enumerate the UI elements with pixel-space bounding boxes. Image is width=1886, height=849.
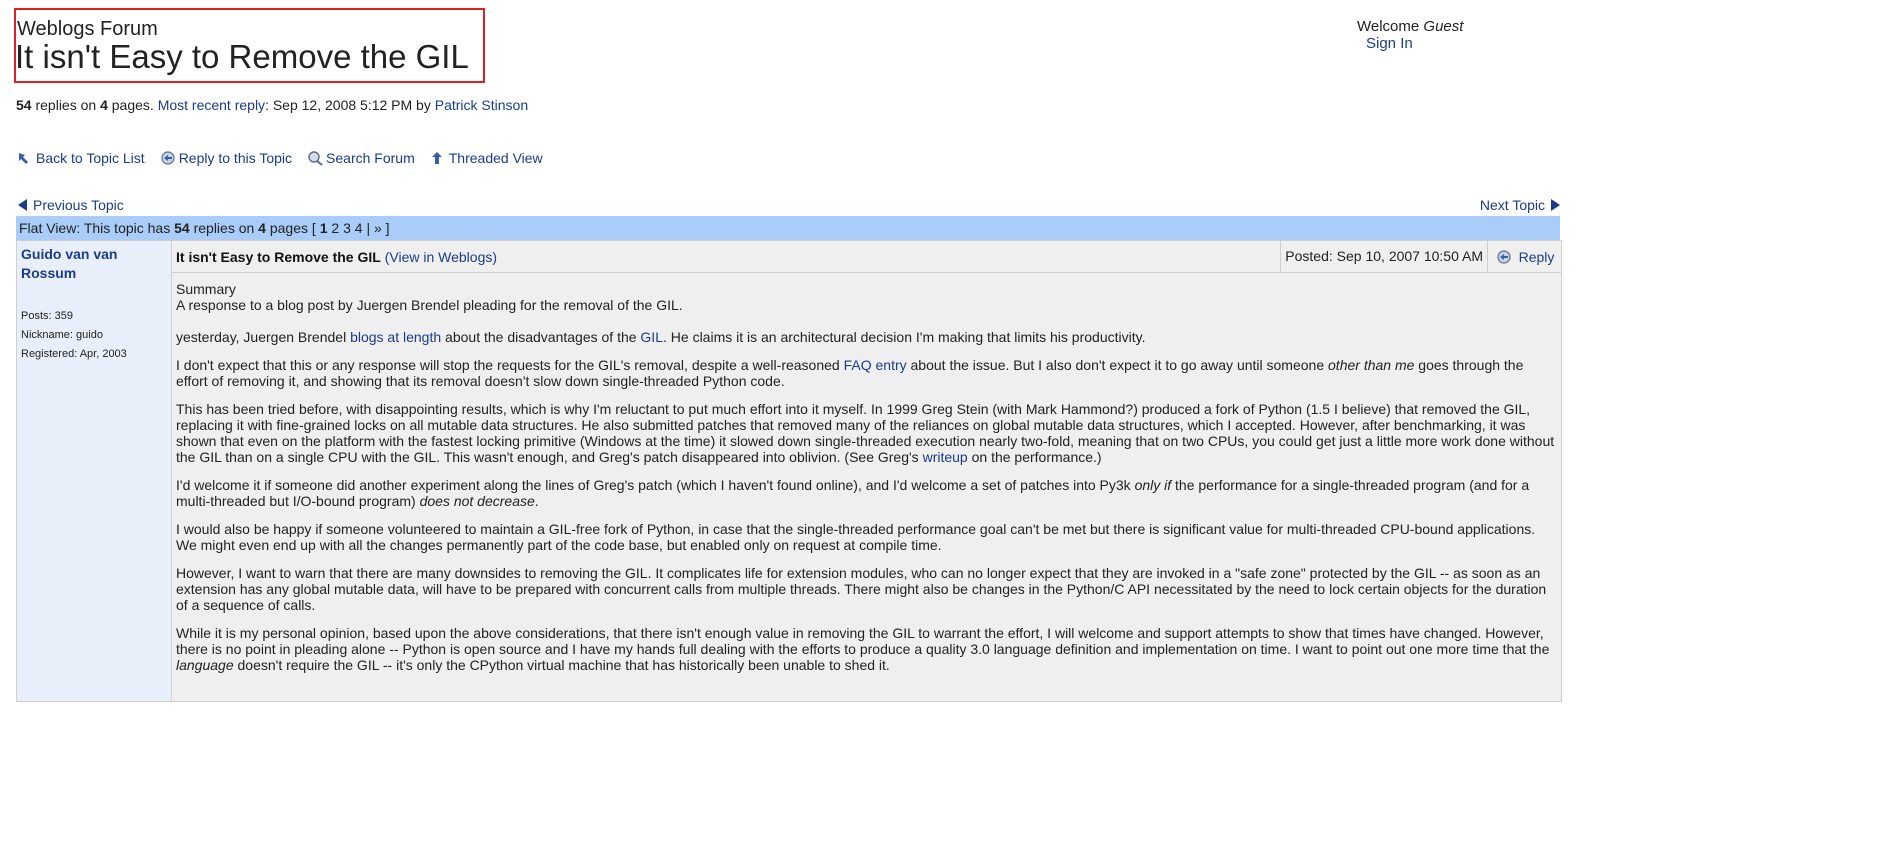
paragraph-7: While it is my personal opinion, based u…	[176, 625, 1556, 673]
paragraph-6: However, I want to warn that there are m…	[176, 565, 1547, 613]
search-forum-link[interactable]: Search Forum	[306, 150, 415, 166]
previous-topic-label: Previous Topic	[33, 197, 124, 213]
author-meta: Posts: 359 Nickname: guido Registered: A…	[21, 307, 127, 364]
threaded-view-label: Threaded View	[448, 150, 543, 166]
flat-mid: replies on	[193, 220, 255, 236]
sign-in-link[interactable]: Sign In	[1366, 35, 1413, 52]
flat-view-prefix: Flat View: This topic has	[19, 220, 171, 236]
page-link-4[interactable]: 4	[355, 220, 363, 236]
pages-label: pages.	[111, 97, 154, 113]
reply-button[interactable]: Reply	[1487, 241, 1561, 272]
threaded-view-icon	[429, 150, 445, 166]
author-registered: Registered: Apr, 2003	[21, 348, 127, 360]
welcome-label: Welcome	[1357, 18, 1420, 35]
back-to-topic-list-link[interactable]: Back to Topic List	[16, 150, 145, 166]
page-link-3[interactable]: 3	[343, 220, 351, 236]
recent-reply-date: : Sep 12, 2008 5:12 PM by	[265, 97, 431, 113]
flat-page-count: 4	[258, 220, 266, 236]
paragraph-5: I would also be happy if someone volunte…	[176, 521, 1536, 553]
next-page-link[interactable]: »	[374, 220, 382, 236]
p7-emphasis: language	[176, 657, 234, 673]
author-nickname: Nickname: guido	[21, 329, 103, 341]
p7-text-b: doesn't require the GIL -- it's only the…	[237, 657, 890, 673]
flat-reply-count: 54	[174, 220, 190, 236]
p4-text-c: .	[534, 493, 539, 509]
p2-emphasis: other than me	[1328, 357, 1415, 373]
paragraph-4: I'd welcome it if someone did another ex…	[176, 477, 1556, 509]
faq-entry-link[interactable]: FAQ entry	[844, 357, 907, 373]
p3-text-b: on the performance.)	[971, 449, 1102, 465]
triangle-left-icon	[18, 199, 27, 211]
reply-count: 54	[16, 97, 32, 113]
summary-text: A response to a blog post by Juergen Bre…	[176, 297, 683, 313]
page-title: It isn't Easy to Remove the GIL	[15, 38, 469, 75]
next-topic-link[interactable]: Next Topic	[1480, 197, 1560, 213]
page-count: 4	[100, 97, 108, 113]
p2-text-b: about the issue. But I also don't expect…	[910, 357, 1325, 373]
p4-emphasis-1: only if	[1134, 477, 1172, 493]
post-title-row: It isn't Easy to Remove the GIL (View in…	[176, 249, 497, 265]
current-page: 1	[319, 220, 328, 236]
flat-pages-label: pages [	[269, 220, 316, 236]
author-name-link[interactable]: Guido van van Rossum	[21, 245, 161, 283]
blogs-at-length-link[interactable]: blogs at length	[350, 329, 441, 345]
posted-date: Posted: Sep 10, 2007 10:50 AM	[1280, 241, 1487, 272]
triangle-right-icon	[1551, 199, 1560, 211]
paragraph-2: I don't expect that this or any response…	[176, 357, 1556, 389]
most-recent-reply-link[interactable]: Most recent reply	[158, 97, 265, 113]
reply-to-topic-label: Reply to this Topic	[178, 150, 293, 166]
post-header: It isn't Easy to Remove the GIL (View in…	[172, 241, 1561, 273]
p3-text-a: This has been tried before, with disappo…	[176, 401, 1555, 465]
p1-text-a: yesterday, Juergen Brendel	[176, 329, 347, 345]
p1-text-b: about the disadvantages of the	[445, 329, 637, 345]
writeup-link[interactable]: writeup	[923, 449, 968, 465]
p7-text-a: While it is my personal opinion, based u…	[176, 625, 1550, 657]
p2-text-a: I don't expect that this or any response…	[176, 357, 840, 373]
search-icon	[306, 150, 323, 166]
bracket-close: ]	[385, 220, 390, 236]
page-link-2[interactable]: 2	[331, 220, 339, 236]
recent-author-link[interactable]: Patrick Stinson	[435, 97, 528, 113]
next-topic-label: Next Topic	[1479, 197, 1545, 213]
paragraph-1: yesterday, Juergen Brendel blogs at leng…	[176, 329, 1556, 345]
p4-text-a: I'd welcome it if someone did another ex…	[176, 477, 1131, 493]
guest-name: Guest	[1423, 18, 1464, 35]
back-arrow-icon	[16, 150, 32, 166]
page-separator: |	[366, 220, 371, 236]
topic-actions: Back to Topic List Reply to this Topic S…	[16, 150, 557, 166]
flat-view-bar: Flat View: This topic has 54 replies on …	[16, 216, 1560, 240]
author-column: Guido van van Rossum Posts: 359 Nickname…	[17, 241, 172, 701]
back-to-topic-list-label: Back to Topic List	[36, 150, 145, 166]
summary-label: Summary	[176, 281, 236, 297]
reply-label: Reply	[1518, 248, 1555, 265]
topic-stats: 54 replies on 4 pages. Most recent reply…	[16, 97, 528, 113]
post-title: It isn't Easy to Remove the GIL	[176, 249, 381, 265]
welcome-text: Welcome Guest	[1357, 18, 1463, 35]
paragraph-3: This has been tried before, with disappo…	[176, 401, 1556, 465]
reply-icon	[1495, 249, 1513, 265]
view-in-weblogs-link[interactable]: (View in Weblogs)	[385, 249, 497, 265]
gil-link[interactable]: GIL	[640, 329, 663, 345]
author-posts: Posts: 359	[21, 310, 73, 322]
forum-post: Guido van van Rossum Posts: 359 Nickname…	[16, 240, 1562, 702]
previous-topic-link[interactable]: Previous Topic	[18, 197, 124, 213]
post-body: Summary A response to a blog post by Jue…	[176, 281, 1556, 685]
search-forum-label: Search Forum	[326, 150, 415, 166]
replies-label: replies on	[35, 97, 97, 113]
reply-icon	[159, 150, 175, 166]
threaded-view-link[interactable]: Threaded View	[429, 150, 543, 166]
p4-emphasis-2: does not decrease	[419, 493, 535, 509]
reply-to-topic-link[interactable]: Reply to this Topic	[159, 150, 292, 166]
p1-text-c: . He claims it is an architectural decis…	[663, 329, 1146, 345]
